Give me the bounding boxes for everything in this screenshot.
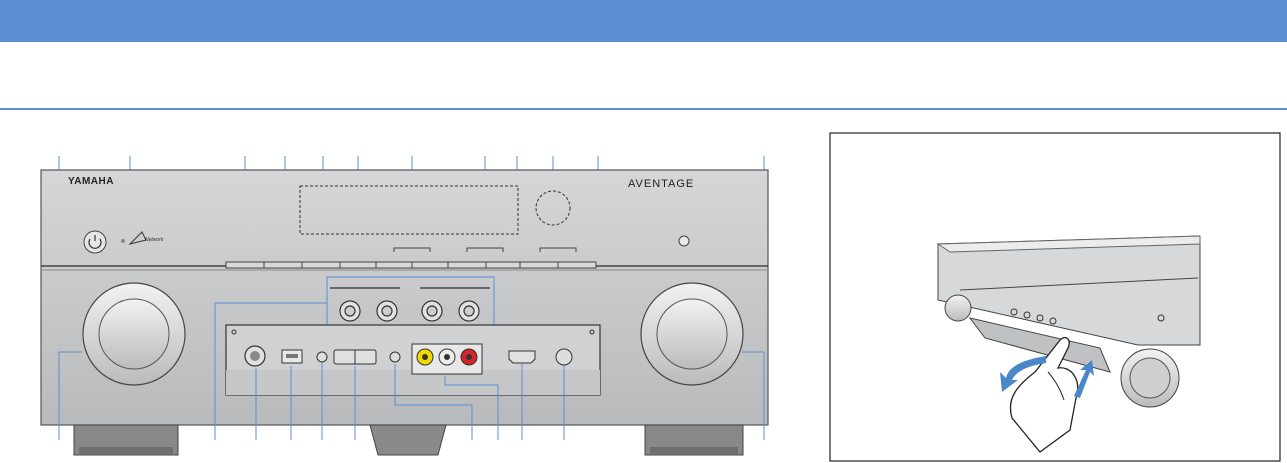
aventage-wordmark: AVENTAGE	[628, 178, 695, 190]
optical-jack[interactable]	[555, 348, 573, 366]
input-buttons-row	[225, 261, 597, 269]
hdmi-icon[interactable]	[508, 350, 536, 364]
volume-knob[interactable]	[640, 282, 744, 386]
receiver-diagram	[40, 132, 1281, 462]
usb-icon[interactable]	[281, 349, 303, 364]
standby-indicator	[121, 239, 125, 243]
mode-switch[interactable]	[333, 349, 377, 365]
mic-jack[interactable]	[389, 351, 401, 363]
power-button[interactable]	[83, 230, 107, 254]
headphones-jack[interactable]	[244, 345, 266, 367]
inset-door-illustration	[829, 132, 1281, 462]
input-selector-knob[interactable]	[82, 282, 186, 386]
network-mark: Network	[145, 237, 164, 243]
composite-input[interactable]	[411, 343, 483, 375]
yamaha-wordmark: YAMAHA	[68, 176, 114, 187]
remote-sensor	[678, 235, 690, 247]
aux-jack[interactable]	[316, 351, 328, 363]
